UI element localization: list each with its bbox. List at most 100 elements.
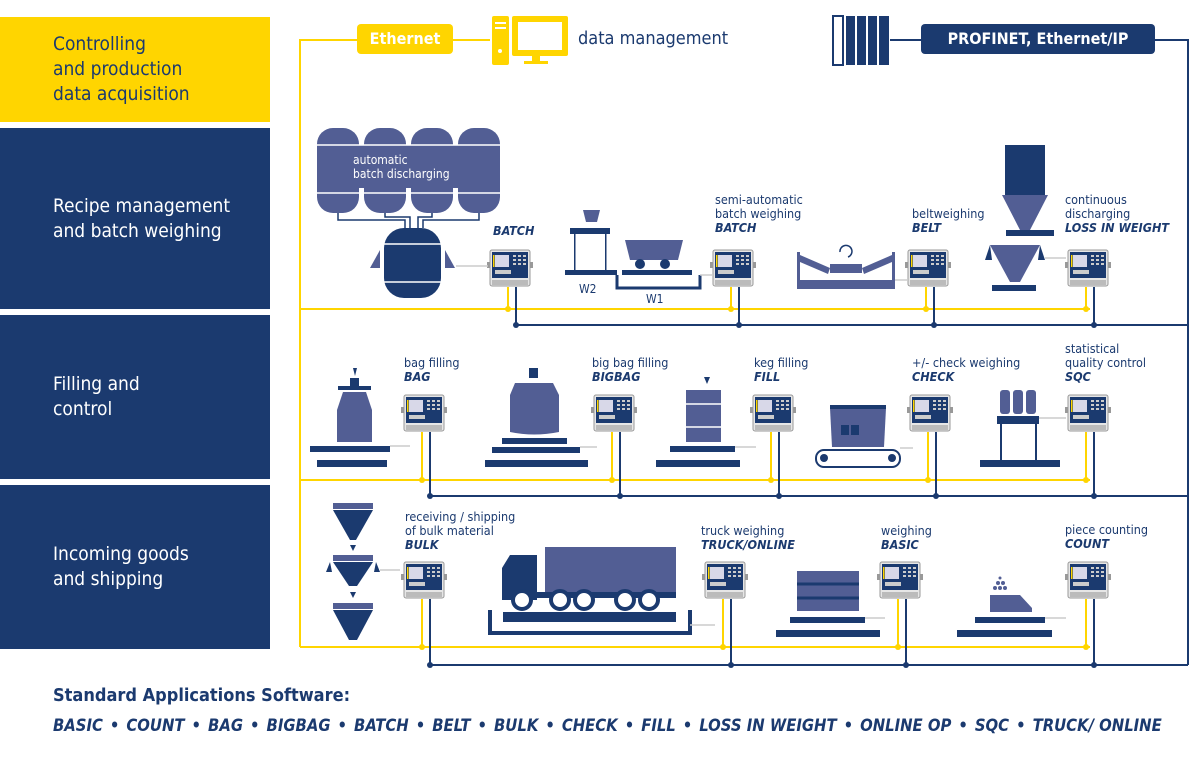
scale-w1-label: W1 [646, 292, 664, 306]
software-list: BASIC • COUNT • BAG • BIGBAG • BATCH • BELT • BULK • C… [53, 716, 1162, 735]
app-desc: of bulk material [405, 523, 494, 538]
weighing-terminal-icon [1064, 561, 1112, 599]
separator: • [191, 716, 202, 735]
app-code: BASIC [881, 537, 919, 552]
separator: • [624, 716, 635, 735]
separator: • [109, 716, 120, 735]
network-node [1091, 662, 1097, 668]
weighing-terminal-icon [906, 394, 954, 432]
two-scale-batch-icon [565, 210, 712, 290]
scale-w2-label: W2 [579, 282, 597, 296]
loss-in-weight-feeder-icon [985, 145, 1066, 291]
truck-scale-icon [488, 547, 715, 635]
weighing-terminal-icon [749, 394, 797, 432]
software-item: FILL [641, 716, 676, 735]
app-code: BATCH [493, 223, 535, 238]
weighing-terminal-icon [590, 394, 638, 432]
network-node [1091, 493, 1097, 499]
network-node [925, 477, 931, 483]
separator: • [477, 716, 488, 735]
weighing-terminal-icon [904, 249, 952, 287]
app-desc: discharging [1065, 206, 1131, 221]
app-code: COUNT [1065, 536, 1110, 551]
weighing-terminal-icon [486, 249, 534, 287]
label-sqc: statistical quality control SQC [1065, 342, 1146, 384]
network-node [776, 493, 782, 499]
app-code: BULK [405, 537, 439, 552]
network-node [736, 322, 742, 328]
network-node [617, 493, 623, 499]
software-item: BASIC [53, 716, 103, 735]
label-check: +/- check weighing CHECK [912, 356, 1020, 384]
software-item: SQC [974, 716, 1010, 735]
weighing-terminal-icon [400, 561, 448, 599]
network-node [895, 644, 901, 650]
network-node [933, 493, 939, 499]
app-code: LOSS IN WEIGHT [1065, 220, 1170, 235]
separator: • [843, 716, 854, 735]
app-desc: quality control [1065, 355, 1146, 370]
plc-rack-icon [832, 15, 889, 66]
app-desc: piece counting [1065, 522, 1148, 537]
check-weighing-icon [815, 405, 913, 468]
mixing-vessel-icon [370, 228, 488, 298]
separator: • [1016, 716, 1026, 735]
separator: • [415, 716, 426, 735]
profinet-badge: PROFINET, Ethernet/IP [921, 24, 1155, 54]
network-node [1083, 306, 1089, 312]
sqc-bottles-icon [980, 390, 1066, 467]
bag-filling-icon [310, 368, 410, 467]
separator: • [958, 716, 968, 735]
app-desc: big bag filling [592, 355, 669, 370]
big-bag-filling-icon [485, 368, 597, 467]
separator: • [682, 716, 693, 735]
software-item: ONLINE OP [860, 716, 952, 735]
software-item: TRUCK/ ONLINE [1032, 716, 1162, 735]
software-item: BULK [494, 716, 539, 735]
network-node [931, 322, 937, 328]
app-code: CHECK [912, 369, 955, 384]
weighing-system-diagram: Controlling and production data acquisit… [0, 0, 1200, 762]
app-desc: bag filling [404, 355, 460, 370]
label-bigbag: big bag filling BIGBAG [592, 356, 668, 384]
separator: • [337, 716, 348, 735]
software-item: COUNT [126, 716, 185, 735]
footer-title: Standard Applications Software: [53, 685, 351, 706]
app-code: BELT [912, 220, 942, 235]
weighing-terminal-icon [701, 561, 749, 599]
network-node [419, 477, 425, 483]
tank-label-line: automatic [353, 153, 408, 167]
separator: • [250, 716, 260, 735]
app-desc: keg filling [754, 355, 809, 370]
app-desc: semi-automatic [715, 192, 803, 207]
network-node [728, 662, 734, 668]
label-truck: truck weighing TRUCK/ONLINE [701, 524, 795, 552]
network-node [923, 306, 929, 312]
label-basic: weighing BASIC [881, 524, 932, 552]
app-desc: batch weighing [715, 206, 802, 221]
software-item: BIGBAG [266, 716, 331, 735]
keg-filling-icon [656, 377, 756, 467]
pallet-scale-icon [776, 571, 885, 637]
app-desc: truck weighing [701, 523, 785, 538]
network-node [505, 306, 511, 312]
network-node [903, 662, 909, 668]
network-node [513, 322, 519, 328]
app-code: BATCH [715, 220, 757, 235]
app-desc: +/- check weighing [912, 355, 1021, 370]
label-fill: keg filling FILL [754, 356, 808, 384]
software-item: LOSS IN WEIGHT [699, 716, 837, 735]
app-desc: statistical [1065, 341, 1120, 356]
app-code: FILL [754, 369, 781, 384]
app-desc: weighing [881, 523, 932, 538]
app-code: TRUCK/ONLINE [701, 537, 795, 552]
software-item: BAG [208, 716, 244, 735]
label-loss-in-weight: continuous discharging LOSS IN WEIGHT [1065, 193, 1169, 235]
weighing-terminal-icon [400, 394, 448, 432]
network-node [1083, 477, 1089, 483]
label-batch-auto: BATCH [493, 224, 534, 238]
network-node [728, 306, 734, 312]
app-desc: beltweighing [912, 206, 985, 221]
software-item: BATCH [354, 716, 409, 735]
counting-scale-icon [957, 576, 1066, 637]
